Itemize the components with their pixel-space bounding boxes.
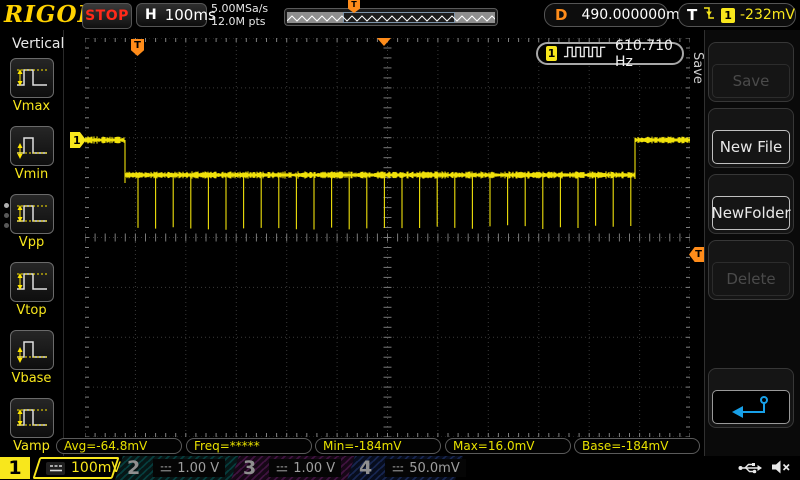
new-file-button[interactable]: New File	[708, 108, 794, 168]
measurement-max: Max=16.0mV	[445, 438, 571, 454]
channel1-position-marker[interactable]: 1	[70, 132, 86, 148]
vmin-label: Vmin	[0, 167, 63, 182]
channel1-status[interactable]: 100mV	[32, 457, 119, 479]
delete-button[interactable]: Delete	[708, 240, 794, 300]
dc-coupling-icon	[391, 459, 404, 478]
vmax-label: Vmax	[0, 99, 63, 114]
channel3-badge: 3	[243, 457, 256, 479]
vmax-icon	[14, 61, 50, 95]
new-folder-button[interactable]: NewFolder	[708, 174, 794, 234]
vbase-button[interactable]	[10, 330, 54, 370]
measurement-avg: Avg=-64.8mV	[56, 438, 182, 454]
trigger-label: T	[687, 6, 697, 24]
channel3-status[interactable]: 3 1.00 V	[231, 456, 355, 480]
falling-edge-icon	[702, 4, 716, 26]
save-button-label: Save	[712, 64, 790, 98]
measurement-freq: Freq=*****	[186, 438, 312, 454]
vamp-button[interactable]	[10, 398, 54, 438]
channel1-scale: 100mV	[71, 460, 121, 476]
channel4-scale: 50.0mV	[409, 461, 460, 476]
delay-value: 490.000000ms	[581, 7, 687, 23]
channel1-badge[interactable]: 1	[0, 457, 30, 479]
channel3-scale: 1.00 V	[293, 461, 335, 476]
frequency-value: 610.710 Hz	[615, 38, 674, 70]
menu-tab-save: Save	[690, 52, 705, 84]
freq-counter-channel-badge: 1	[546, 46, 557, 61]
delay-label: D	[555, 6, 567, 24]
trigger-level-value: -232mV	[740, 7, 795, 23]
save-button[interactable]: Save	[708, 42, 794, 102]
channel2-status[interactable]: 2 1.00 V	[115, 456, 239, 480]
square-wave-icon	[563, 44, 609, 63]
horizontal-label: H	[145, 7, 157, 23]
scroll-dot-active	[4, 203, 9, 208]
run-state-indicator: STOP	[82, 3, 132, 29]
oscilloscope-screen: RIGOL STOP H 100ms 5.00MSa/s 12.0M pts T…	[0, 0, 800, 480]
channel2-scale: 1.00 V	[177, 461, 219, 476]
horizontal-timebase-box: H 100ms	[136, 3, 207, 27]
new-file-button-label: New File	[712, 130, 790, 164]
measure-sidebar-title: Vertical	[12, 36, 64, 52]
sample-rate: 5.00MSa/s	[211, 2, 268, 15]
scroll-dot	[4, 223, 9, 228]
delay-readout: D 490.000000ms	[544, 3, 668, 27]
speaker-muted-icon	[770, 459, 792, 479]
dc-coupling-icon	[275, 459, 288, 478]
system-status-icons	[738, 459, 792, 479]
channel4-badge: 4	[359, 457, 372, 479]
delete-button-label: Delete	[712, 262, 790, 296]
vpp-icon	[14, 197, 50, 231]
vtop-label: Vtop	[0, 303, 63, 318]
trigger-source-badge: 1	[721, 8, 735, 23]
new-folder-button-label: NewFolder	[712, 196, 790, 230]
waveform-display	[85, 38, 690, 437]
memory-waveform-preview	[287, 12, 495, 23]
vmin-icon	[14, 129, 50, 163]
back-button[interactable]	[708, 368, 794, 428]
vmin-button[interactable]	[10, 126, 54, 166]
scroll-dot	[4, 213, 9, 218]
timebase-value: 100ms	[165, 6, 216, 24]
vpp-button[interactable]	[10, 194, 54, 234]
memory-depth: 12.0M pts	[211, 15, 268, 28]
acquisition-info: 5.00MSa/s 12.0M pts	[211, 2, 268, 28]
usb-icon	[738, 460, 762, 479]
trigger-level-marker[interactable]: T	[689, 247, 704, 262]
vamp-label: Vamp	[0, 439, 63, 454]
return-arrow-icon	[712, 390, 790, 424]
channel4-status[interactable]: 4 50.0mV	[347, 456, 463, 480]
measurement-min: Min=-184mV	[315, 438, 441, 454]
vamp-icon	[14, 401, 50, 435]
memory-position-bar[interactable]	[284, 8, 498, 26]
trigger-readout: T 1 -232mV	[678, 3, 796, 27]
dc-coupling-icon	[46, 462, 65, 475]
memory-bar-track	[287, 12, 495, 23]
frequency-counter: 1 610.710 Hz	[536, 42, 684, 65]
vmax-button[interactable]	[10, 58, 54, 98]
vtop-icon	[14, 265, 50, 299]
vpp-label: Vpp	[0, 235, 63, 250]
measurement-base: Base=-184mV	[574, 438, 700, 454]
dc-coupling-icon	[159, 459, 172, 478]
vbase-icon	[14, 333, 50, 367]
vtop-button[interactable]	[10, 262, 54, 302]
channel2-badge: 2	[127, 457, 140, 479]
vbase-label: Vbase	[0, 371, 63, 386]
